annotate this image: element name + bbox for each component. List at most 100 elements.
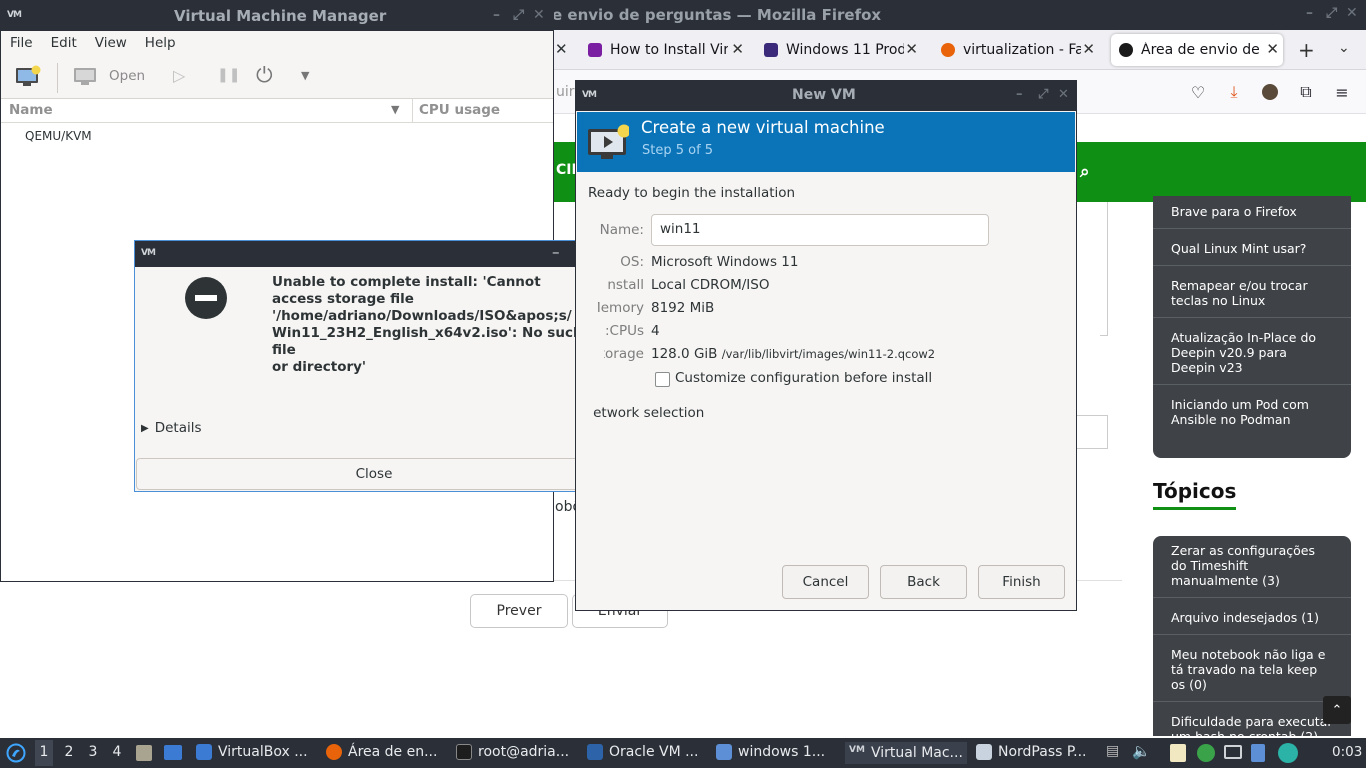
notes-icon[interactable] [1170, 744, 1186, 762]
tab-virtualization[interactable]: virtualization - Fa ✕ [941, 34, 1099, 66]
sync-icon[interactable] [1197, 744, 1215, 762]
storage-path: /var/lib/libvirt/images/win11-2.qcow2 [721, 347, 936, 361]
pocket-icon[interactable]: ♡ [1188, 82, 1208, 102]
sort-chevron-icon[interactable]: ▼ [391, 103, 399, 116]
scroll-to-top-icon[interactable]: ⌃ [1323, 696, 1351, 724]
customize-checkbox[interactable] [655, 372, 670, 387]
maximize-icon[interactable]: ⤢ [513, 7, 524, 23]
network-icon[interactable] [1278, 743, 1298, 763]
tab-close-icon[interactable]: ✕ [731, 40, 744, 58]
tab-list-chevron-icon[interactable]: ⌄ [1338, 40, 1350, 56]
close-button[interactable]: Close [136, 458, 612, 490]
connection-qemu-kvm[interactable]: QEMU/KVM [25, 129, 92, 143]
chevron-down-icon[interactable]: ▼ [301, 69, 309, 82]
taskbar-app-virtualbox-folder[interactable]: VirtualBox ... [196, 744, 308, 760]
power-icon[interactable]: ⏻ [256, 63, 273, 88]
tab-favicon-icon [941, 43, 955, 57]
downloads-icon[interactable]: ⤓ [1224, 82, 1244, 102]
pause-icon[interactable]: ❚❚ [217, 67, 240, 83]
memory-value: 8192 MiB [651, 300, 715, 316]
back-button[interactable]: Back [880, 565, 967, 599]
minimize-icon[interactable]: – [1306, 5, 1313, 21]
workspace-2[interactable]: 2 [60, 744, 78, 760]
column-cpu-usage[interactable]: CPU usage [419, 102, 500, 118]
tab-title: virtualization - Fa [963, 42, 1081, 58]
menu-edit[interactable]: Edit [42, 31, 86, 57]
topic-link[interactable]: Meu notebook não liga e tá travado na te… [1153, 635, 1351, 702]
workspace-3[interactable]: 3 [84, 744, 102, 760]
taskbar-app-terminal[interactable]: root@adria... [456, 744, 569, 760]
new-tab-icon[interactable]: + [1298, 38, 1315, 62]
tab-close-icon[interactable]: ✕ [555, 40, 568, 58]
menu-help[interactable]: Help [136, 31, 185, 57]
file-manager-icon[interactable] [136, 745, 152, 761]
menu-view[interactable]: View [86, 31, 136, 57]
recent-post-link[interactable]: Iniciando um Pod com Ansible no Podman [1153, 385, 1351, 436]
taskbar-app-firefox[interactable]: Área de en... [326, 744, 437, 760]
account-avatar-icon[interactable] [1260, 82, 1280, 102]
recent-post-link[interactable]: Remapear e/ou trocar teclas no Linux [1153, 266, 1351, 318]
workspace-1[interactable]: 1 [35, 740, 53, 766]
maximize-icon[interactable]: ⤢ [1038, 87, 1048, 102]
minimize-icon[interactable]: – [1016, 87, 1023, 102]
clock[interactable]: 0:03 [1332, 744, 1362, 760]
url-bar-fragment[interactable]: uir [556, 84, 575, 100]
tab-area-de-envio[interactable]: Área de envio de ✕ [1111, 34, 1283, 66]
close-icon[interactable]: ✕ [1346, 5, 1358, 21]
workspace-4[interactable]: 4 [108, 744, 126, 760]
taskbar-app-virtualbox[interactable]: Oracle VM ... [587, 744, 698, 760]
tab-windows-11[interactable]: Windows 11 Produ ✕ [764, 34, 922, 66]
taskbar-app-label: Oracle VM ... [609, 744, 699, 760]
recent-post-link[interactable]: Atualização In-Place do Deepin v20.9 par… [1153, 318, 1351, 385]
tab-favicon-icon [588, 43, 602, 57]
cancel-button[interactable]: Cancel [782, 565, 869, 599]
terminal-icon [456, 744, 472, 760]
column-name[interactable]: Name [9, 102, 53, 118]
clipboard-icon[interactable]: ▤ [1106, 743, 1119, 759]
network-selection-expander[interactable]: Network selection [592, 405, 712, 423]
hamburger-menu-icon[interactable]: ≡ [1332, 82, 1352, 102]
extensions-icon[interactable]: ⧉ [1296, 82, 1316, 102]
minimize-icon[interactable]: – [493, 7, 500, 23]
tab-favicon-icon [764, 43, 778, 57]
display-icon[interactable] [1224, 745, 1242, 759]
tab-close-icon[interactable]: ✕ [905, 40, 918, 58]
taskbar-app-vmm[interactable]: VM Virtual Mac... [845, 742, 967, 764]
topic-link[interactable]: Zerar as configurações do Timeshift manu… [1153, 536, 1351, 598]
install-label: Install: [608, 277, 644, 293]
topic-link[interactable]: Arquivo indesejados (1) [1153, 598, 1351, 635]
firefox-icon [326, 744, 342, 760]
error-message: Unable to complete install: 'Cannot acce… [272, 274, 583, 375]
storage-value-row: 128.0 GiB /var/lib/libvirt/images/win11-… [651, 346, 935, 362]
details-expander[interactable]: ▶ Details [141, 420, 202, 436]
storage-size: 128.0 GiB [651, 346, 718, 362]
vm-name-input[interactable]: win11 [651, 214, 989, 246]
show-desktop-icon[interactable] [164, 745, 182, 760]
search-icon[interactable]: ⌕ [1080, 162, 1090, 182]
maximize-icon[interactable]: ⤢ [1326, 5, 1337, 21]
tab-how-to-install[interactable]: How to Install Virt ✕ [588, 34, 748, 66]
recent-post-link[interactable]: Qual Linux Mint usar? [1153, 229, 1351, 266]
new-vm-icon[interactable] [15, 65, 41, 87]
menu-file[interactable]: File [1, 31, 42, 57]
firefox-window-title: e envio de perguntas — Mozilla Firefox [552, 6, 882, 24]
volume-icon[interactable]: 🔈 [1132, 742, 1151, 760]
open-button-label[interactable]: Open [109, 68, 145, 84]
finish-button[interactable]: Finish [978, 565, 1065, 599]
customize-label[interactable]: Customize configuration before install [675, 370, 932, 386]
open-vm-icon[interactable] [73, 67, 97, 87]
start-menu-icon[interactable] [6, 743, 26, 763]
run-icon[interactable]: ▷ [173, 66, 185, 85]
recent-post-link[interactable]: Brave para o Firefox [1153, 196, 1351, 229]
close-icon[interactable]: ✕ [533, 7, 545, 23]
taskbar-app-windows[interactable]: windows 1... [716, 744, 825, 760]
close-icon[interactable]: ✕ [1058, 87, 1069, 102]
tab-close-icon[interactable]: ✕ [1266, 40, 1279, 58]
notification-icon[interactable] [1251, 744, 1265, 762]
taskbar-app-nordpass[interactable]: NordPass P... [976, 744, 1086, 760]
cpus-value: 4 [651, 323, 660, 339]
preview-button[interactable]: Prever [470, 594, 568, 628]
minimize-icon[interactable]: – [552, 243, 560, 261]
taskbar-app-label: windows 1... [738, 744, 826, 760]
tab-close-icon[interactable]: ✕ [1082, 40, 1095, 58]
